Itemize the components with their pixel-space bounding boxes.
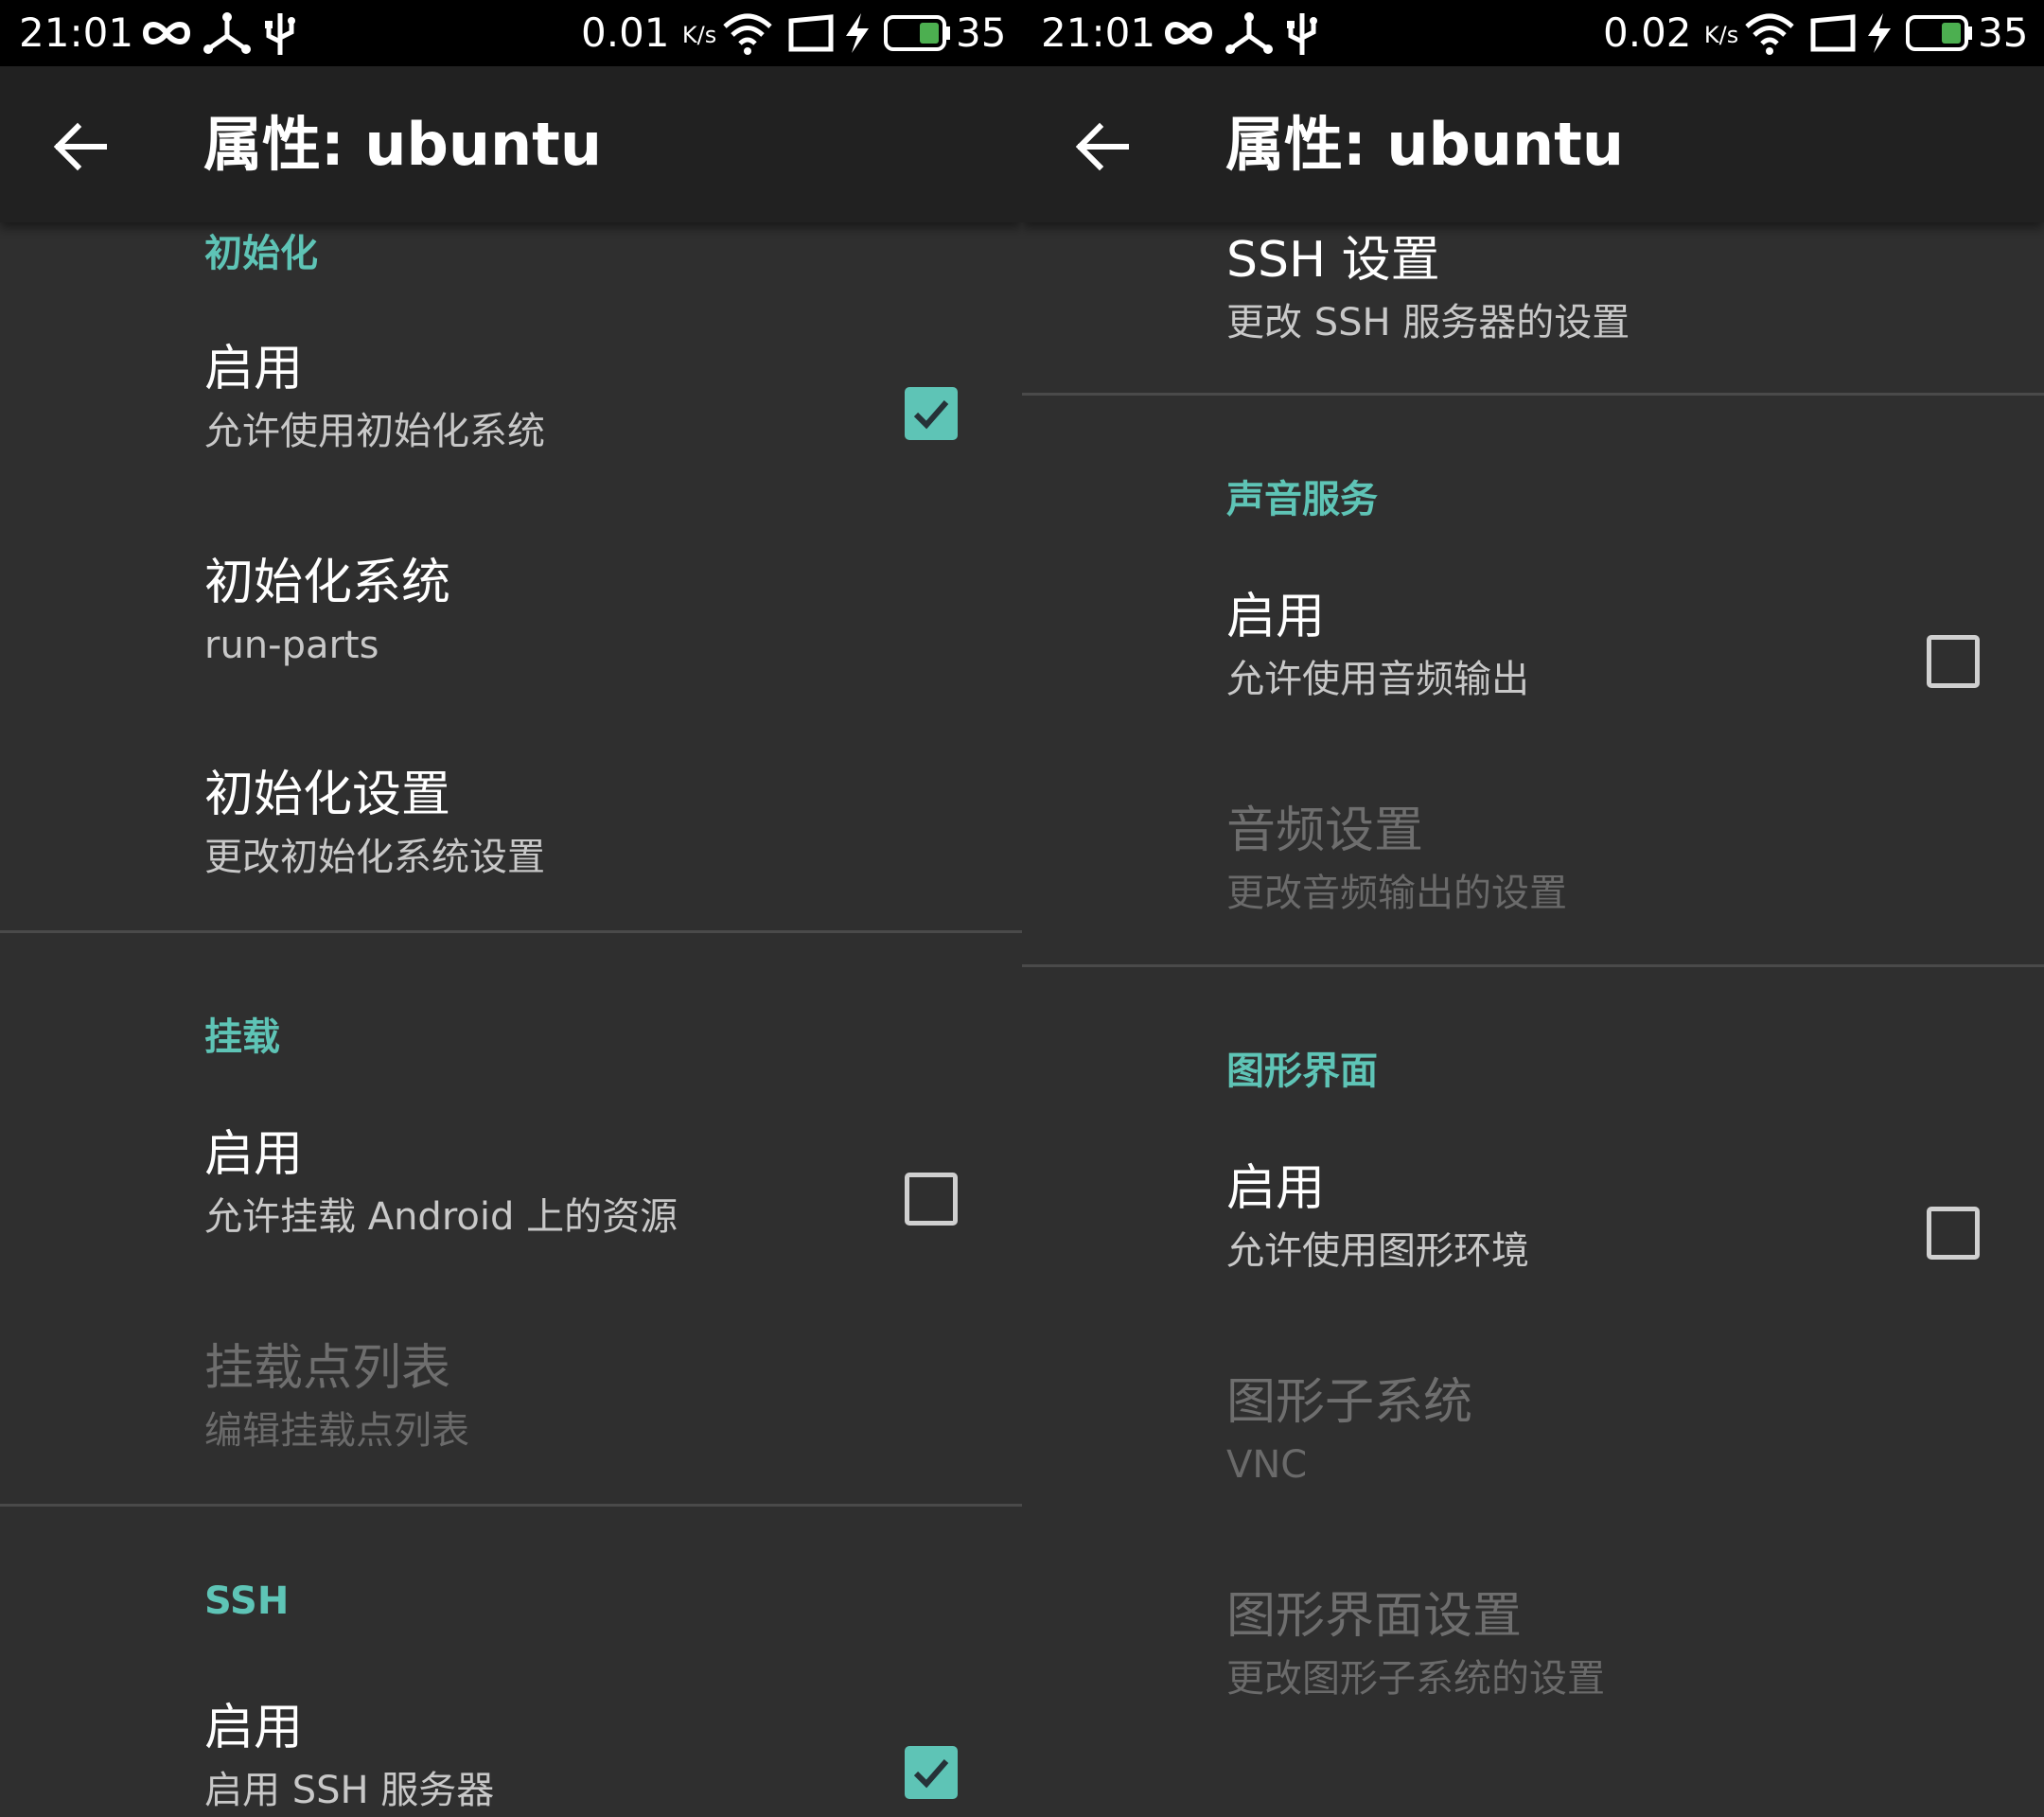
init-enable-checkbox[interactable] <box>905 387 958 440</box>
pref-summary: run-parts <box>204 624 379 667</box>
pref-summary: VNC <box>1226 1443 1308 1487</box>
category-sound: 声音服务 <box>1226 478 1378 521</box>
pref-gui-settings: 图形界面设置 更改图形子系统的设置 <box>1022 1583 2044 1773</box>
divider <box>0 930 1022 933</box>
divider <box>1022 393 2044 396</box>
pref-title: 初始化系统 <box>204 555 451 611</box>
pref-summary: 更改初始化系统设置 <box>204 836 545 879</box>
category-mount: 挂载 <box>204 1015 280 1059</box>
infinity-icon <box>142 22 191 44</box>
pref-summary: 更改音频输出的设置 <box>1226 872 1567 915</box>
pref-gui-enable[interactable]: 启用 允许使用图形环境 <box>1022 1155 2044 1345</box>
category-init: 初始化 <box>204 232 318 275</box>
network-speed-value: 0.01 <box>581 9 670 56</box>
page-title: 属性: ubuntu <box>1225 110 1624 179</box>
pref-ssh-settings[interactable]: SSH 设置 更改 SSH 服务器的设置 <box>1022 227 2044 416</box>
arrow-back-icon[interactable] <box>47 114 114 180</box>
page-title: 属性: ubuntu <box>203 110 602 179</box>
network-speed-value: 0.02 <box>1603 9 1692 56</box>
app-toolbar: 属性: ubuntu <box>1022 66 2044 222</box>
pref-title: 初始化设置 <box>204 767 451 823</box>
network-speed: 0.02 K/s <box>1603 8 1738 59</box>
pref-summary: 允许使用初始化系统 <box>204 410 545 453</box>
preference-list: 初始化 启用 允许使用初始化系统 初始化系统 run-parts 初始化设置 更… <box>0 222 1022 1817</box>
check-icon <box>913 400 949 430</box>
arrow-back-icon[interactable] <box>1069 114 1136 180</box>
charging-icon <box>1868 13 1891 53</box>
infinity-icon <box>1164 22 1213 44</box>
pref-summary: 允许使用音频输出 <box>1226 658 1529 701</box>
usb-icon <box>1287 13 1317 55</box>
screen-icon <box>1810 14 1856 52</box>
pref-init-enable[interactable]: 启用 允许使用初始化系统 <box>0 336 1022 525</box>
settings-panel-right: 21:01 0.02 K/s 35 属性: ubuntu SSH 设置 更改 S… <box>1022 0 2044 1817</box>
pref-init-settings[interactable]: 初始化设置 更改初始化系统设置 <box>0 762 1022 951</box>
screenshot-root: 21:01 0.01 K/s 35 属性: ubuntu 初始化 启用 允许使用… <box>0 0 2044 1817</box>
usb-share-icon <box>1225 12 1273 54</box>
battery-icon <box>1906 15 1972 51</box>
pref-init-system[interactable]: 初始化系统 run-parts <box>0 550 1022 739</box>
pref-title: 图形界面设置 <box>1226 1588 1523 1645</box>
status-bar: 21:01 0.02 K/s 35 <box>1022 0 2044 66</box>
battery-level: 35 <box>1978 9 2029 56</box>
pref-title: 音频设置 <box>1226 803 1424 859</box>
category-ssh: SSH <box>204 1579 290 1623</box>
pref-title: 启用 <box>204 1126 304 1183</box>
gui-enable-checkbox[interactable] <box>1927 1207 1980 1260</box>
network-speed: 0.01 K/s <box>581 8 716 59</box>
pref-title: 图形子系统 <box>1226 1374 1473 1431</box>
pref-summary: 更改 SSH 服务器的设置 <box>1226 301 1630 344</box>
pref-mount-points: 挂载点列表 编辑挂载点列表 <box>0 1335 1022 1525</box>
pref-sound-enable[interactable]: 启用 允许使用音频输出 <box>1022 584 2044 773</box>
preference-list: SSH 设置 更改 SSH 服务器的设置 声音服务 启用 允许使用音频输出 音频… <box>1022 222 2044 1817</box>
divider <box>1022 964 2044 967</box>
pref-gui-subsystem: 图形子系统 VNC <box>1022 1369 2044 1559</box>
ssh-enable-checkbox[interactable] <box>905 1746 958 1799</box>
network-speed-unit: K/s <box>681 22 717 48</box>
category-gui: 图形界面 <box>1226 1050 1378 1093</box>
pref-title: 挂载点列表 <box>204 1340 451 1397</box>
pref-summary: 更改图形子系统的设置 <box>1226 1657 1605 1701</box>
pref-title: 启用 <box>1226 589 1326 645</box>
battery-level: 35 <box>956 9 1007 56</box>
pref-ssh-enable[interactable]: 启用 启用 SSH 服务器 <box>0 1695 1022 1817</box>
charging-icon <box>846 13 869 53</box>
pref-summary: 编辑挂载点列表 <box>204 1409 469 1453</box>
pref-summary: 启用 SSH 服务器 <box>204 1769 495 1812</box>
pref-summary: 允许使用图形环境 <box>1226 1229 1529 1273</box>
pref-sound-settings: 音频设置 更改音频输出的设置 <box>1022 798 2044 987</box>
pref-title: SSH 设置 <box>1226 232 1440 289</box>
network-speed-unit: K/s <box>1703 22 1739 48</box>
check-icon <box>913 1759 949 1789</box>
usb-share-icon <box>203 12 251 54</box>
status-time: 21:01 <box>1041 9 1156 56</box>
wifi-icon <box>1745 13 1794 55</box>
sound-enable-checkbox[interactable] <box>1927 635 1980 688</box>
status-bar: 21:01 0.01 K/s 35 <box>0 0 1022 66</box>
pref-summary: 允许挂载 Android 上的资源 <box>204 1195 678 1239</box>
usb-icon <box>265 13 295 55</box>
battery-icon <box>884 15 950 51</box>
settings-panel-left: 21:01 0.01 K/s 35 属性: ubuntu 初始化 启用 允许使用… <box>0 0 1022 1817</box>
pref-title: 启用 <box>1226 1160 1326 1217</box>
screen-icon <box>788 14 834 52</box>
divider <box>0 1504 1022 1507</box>
pref-mount-enable[interactable]: 启用 允许挂载 Android 上的资源 <box>0 1121 1022 1311</box>
mount-enable-checkbox[interactable] <box>905 1173 958 1226</box>
pref-title: 启用 <box>204 1700 304 1756</box>
pref-title: 启用 <box>204 341 304 397</box>
wifi-icon <box>723 13 772 55</box>
app-toolbar: 属性: ubuntu <box>0 66 1022 222</box>
status-time: 21:01 <box>19 9 134 56</box>
